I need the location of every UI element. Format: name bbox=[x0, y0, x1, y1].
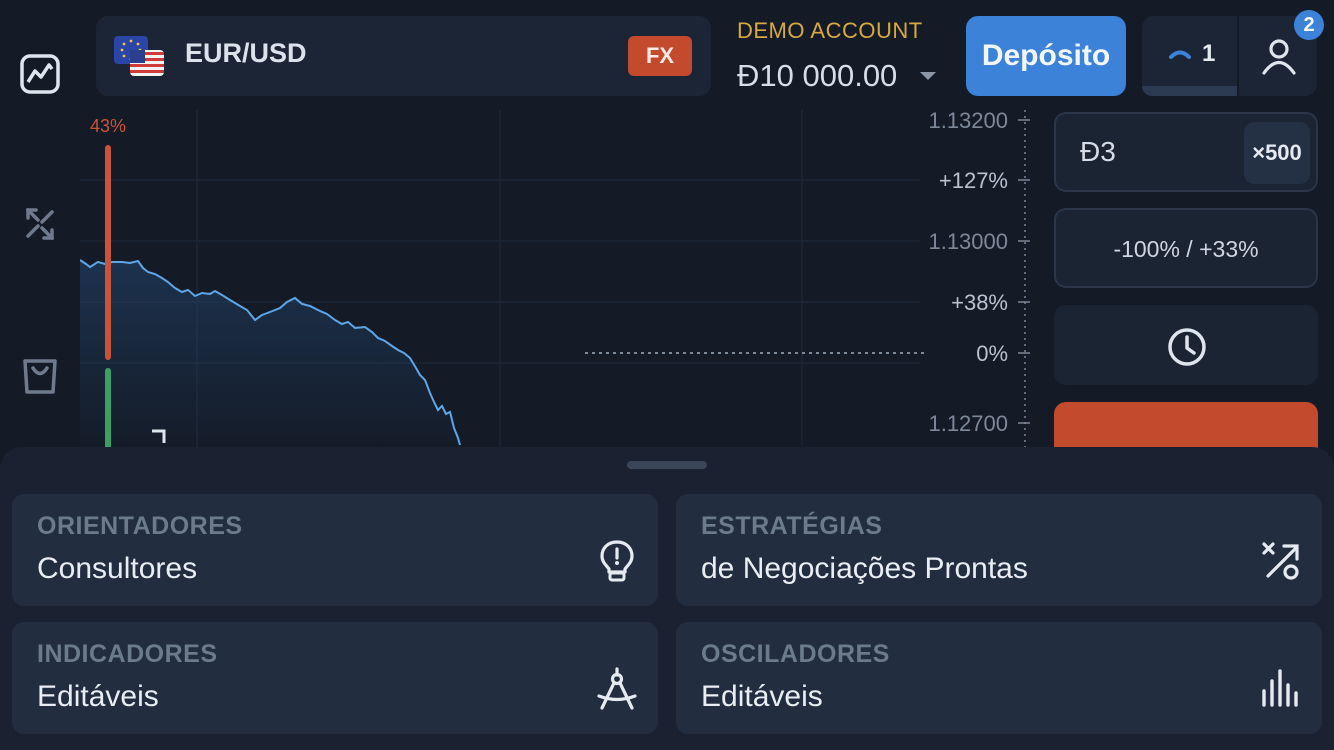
stop-loss-take-profit-field[interactable]: -100% / +33% bbox=[1054, 208, 1318, 288]
compass-icon bbox=[594, 666, 640, 712]
strategy-icon bbox=[1258, 538, 1304, 584]
sell-sentiment-percent: 43% bbox=[90, 116, 127, 136]
market-bag-icon[interactable] bbox=[18, 354, 62, 398]
open-trades-icon[interactable] bbox=[1168, 46, 1192, 60]
investment-amount[interactable]: Đ3 bbox=[1080, 136, 1116, 168]
asset-name: EUR/USD bbox=[185, 38, 307, 68]
account-balance[interactable]: Đ10 000.00 bbox=[737, 58, 897, 94]
price-tick: 1.13200 bbox=[928, 108, 1008, 133]
price-tick: 1.13000 bbox=[928, 229, 1008, 254]
notification-badge[interactable]: 2 bbox=[1294, 10, 1324, 40]
card-subtitle: Editáveis bbox=[37, 680, 159, 713]
chart-type-icon[interactable] bbox=[18, 52, 62, 96]
multiplier-button[interactable]: ×500 bbox=[1244, 122, 1310, 184]
pending-order-button[interactable] bbox=[1054, 305, 1318, 385]
card-title: ESTRATÉGIAS bbox=[701, 512, 883, 540]
buy-sentiment-bar bbox=[105, 368, 111, 458]
account-panel: 1 bbox=[1142, 16, 1317, 96]
divider bbox=[1237, 16, 1239, 96]
open-trades-count[interactable]: 1 bbox=[1202, 40, 1215, 68]
asset-selector[interactable]: EUR/USD FX bbox=[96, 16, 711, 96]
price-tick: 1.12700 bbox=[928, 411, 1008, 436]
chevron-down-icon[interactable] bbox=[920, 72, 936, 80]
deposit-button[interactable]: Depósito bbox=[966, 16, 1126, 96]
card-title: INDICADORES bbox=[37, 640, 218, 668]
card-oscillators[interactable]: OSCILADORES Editáveis bbox=[676, 622, 1322, 734]
active-tab-indicator bbox=[1142, 86, 1237, 96]
tools-bottom-sheet: ORIENTADORES Consultores ESTRATÉGIAS de … bbox=[0, 447, 1334, 750]
card-indicators[interactable]: INDICADORES Editáveis bbox=[12, 622, 658, 734]
card-strategies[interactable]: ESTRATÉGIAS de Negociações Prontas bbox=[676, 494, 1322, 606]
card-subtitle: de Negociações Prontas bbox=[701, 552, 1028, 585]
clock-icon bbox=[1168, 328, 1206, 366]
profit-percent-tick: 0% bbox=[976, 341, 1008, 366]
card-subtitle: Editáveis bbox=[701, 680, 823, 713]
limits-range: -100% / +33% bbox=[1113, 236, 1259, 262]
card-title: OSCILADORES bbox=[701, 640, 890, 668]
eur-usd-flags-icon bbox=[114, 36, 164, 76]
account-type-label[interactable]: DEMO ACCOUNT bbox=[737, 18, 923, 44]
profit-percent-tick: +38% bbox=[951, 290, 1008, 315]
sell-sentiment-bar bbox=[105, 145, 111, 360]
card-title: ORIENTADORES bbox=[37, 512, 243, 540]
expand-icon[interactable] bbox=[150, 428, 168, 446]
card-advisors[interactable]: ORIENTADORES Consultores bbox=[12, 494, 658, 606]
price-chart[interactable] bbox=[80, 110, 1040, 455]
lightbulb-icon bbox=[594, 538, 640, 584]
investment-amount-field[interactable]: Đ3 ×500 bbox=[1054, 112, 1318, 192]
asset-type-badge: FX bbox=[628, 36, 692, 76]
card-subtitle: Consultores bbox=[37, 552, 198, 585]
user-profile-icon[interactable] bbox=[1259, 36, 1299, 76]
profit-percent-tick: +127% bbox=[938, 168, 1008, 193]
oscillator-bars-icon bbox=[1258, 666, 1304, 712]
trades-icon[interactable] bbox=[18, 202, 62, 246]
sheet-drag-handle[interactable] bbox=[627, 461, 707, 469]
